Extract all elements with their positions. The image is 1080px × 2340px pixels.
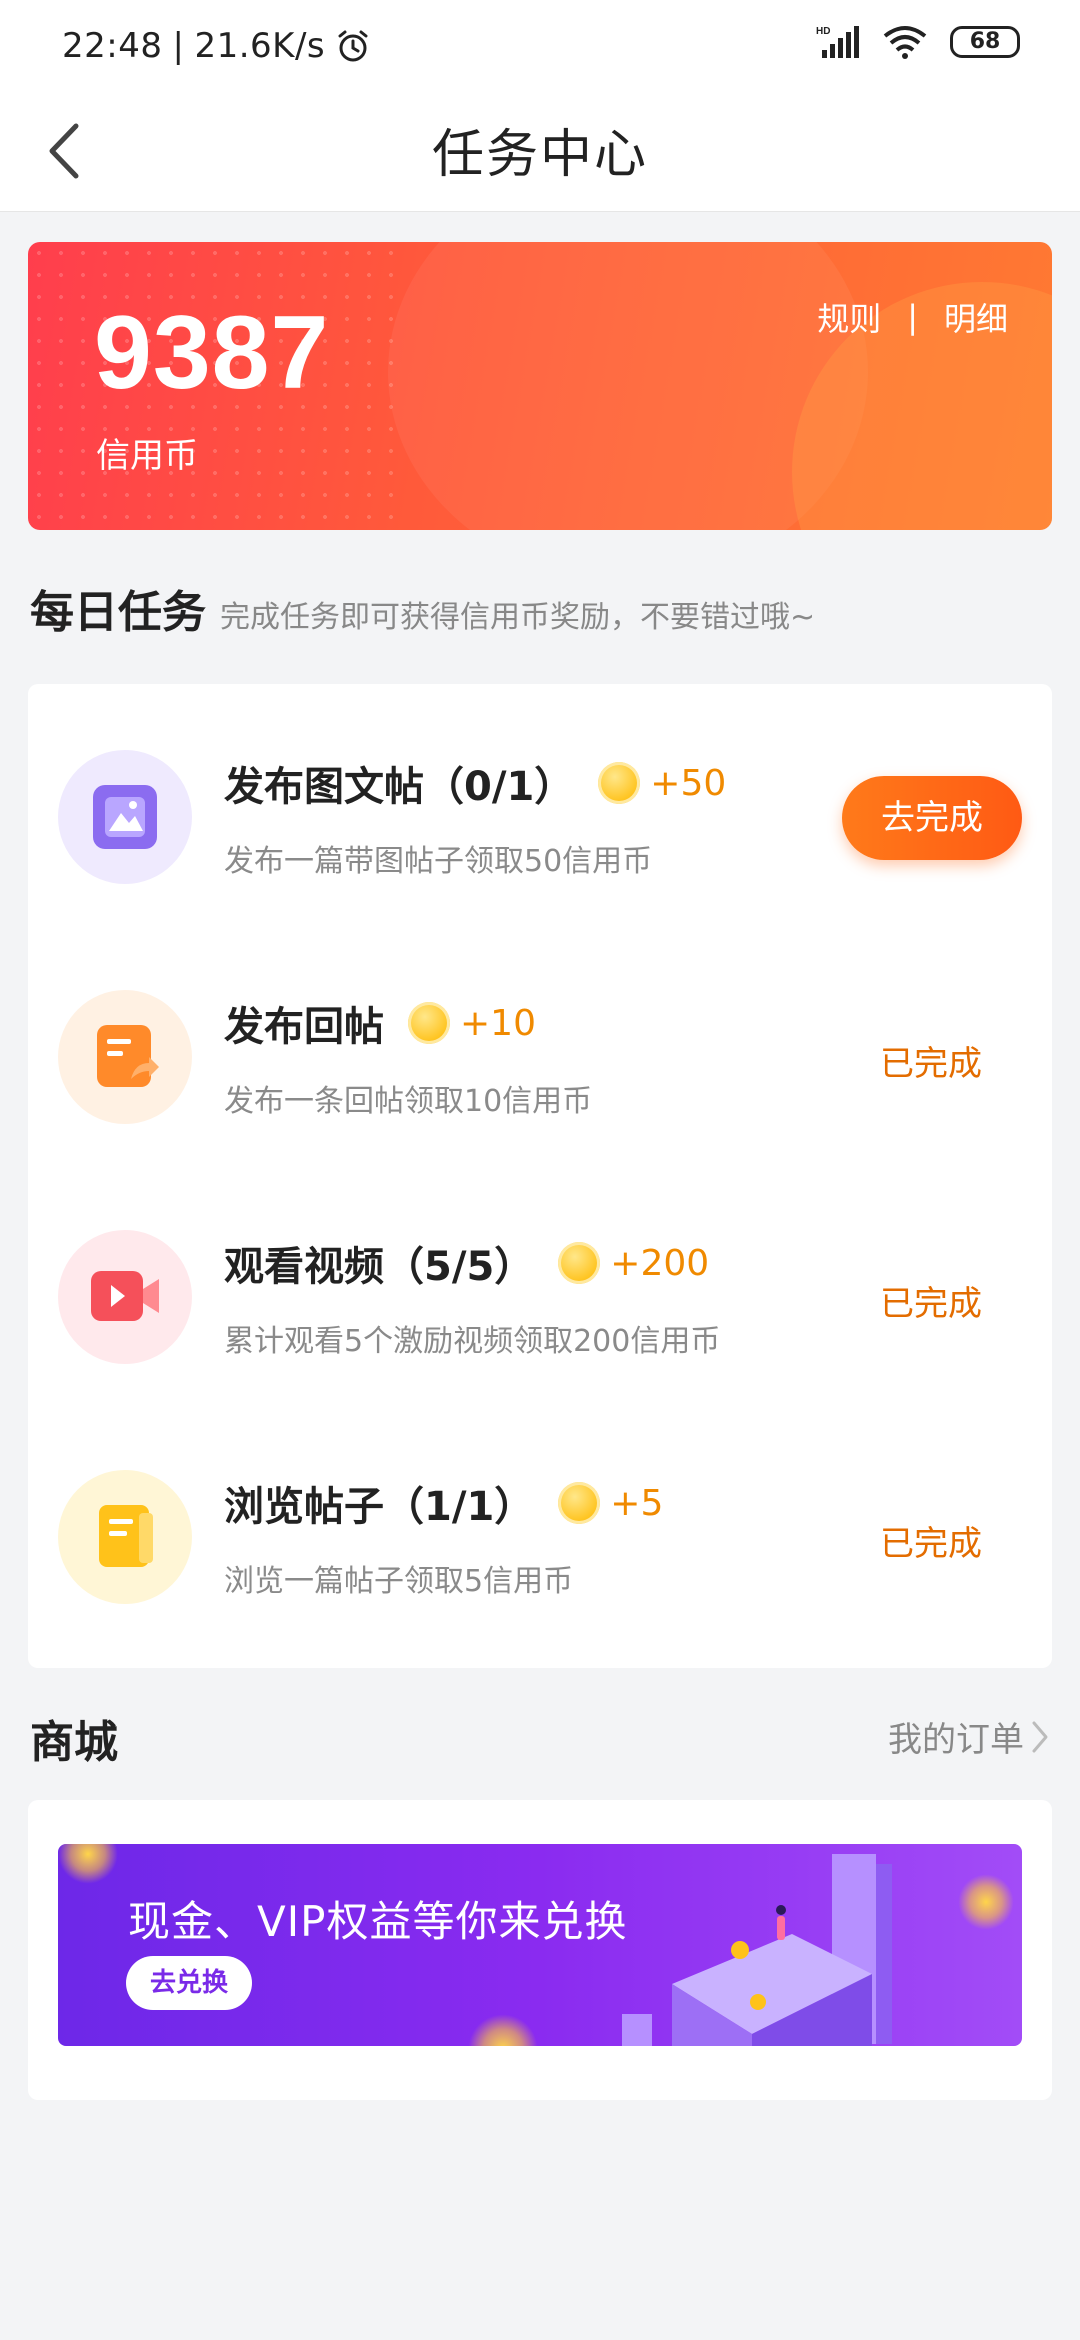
glow-decoration — [58, 1844, 118, 1884]
reply-post-icon — [58, 990, 192, 1124]
credit-unit: 信用币 — [96, 436, 198, 476]
mall-banner-text: 现金、VIP权益等你来兑换 — [128, 1897, 628, 1946]
status-right: HD 68 — [816, 24, 1020, 60]
task-title-row: 浏览帖子（1/1） +5 — [224, 1474, 663, 1532]
image-post-icon — [58, 750, 192, 884]
mall-banner[interactable]: 现金、VIP权益等你来兑换 去兑换 — [58, 1844, 1022, 2046]
status-bar: 22:48 | 21.6K/s HD 68 — [0, 0, 1080, 92]
app-header: 任务中心 — [0, 92, 1080, 212]
task-reward: +50 — [650, 762, 727, 804]
rules-link[interactable]: 规则 — [817, 294, 881, 340]
task-title: 发布回帖 — [224, 1004, 384, 1050]
tasks-card: 发布图文帖（0/1） +50 发布一篇带图帖子领取50信用币 去完成 发布回帖 … — [28, 684, 1052, 1668]
status-divider: | — [172, 26, 185, 66]
task-completed-label: 已完成 — [880, 1044, 982, 1084]
task-title: 观看视频（5/5） — [224, 1244, 535, 1290]
link-separator: | — [907, 298, 918, 336]
credit-banner: 9387 信用币 规则 | 明细 — [28, 242, 1052, 530]
task-completed-label: 已完成 — [880, 1524, 982, 1564]
image-post-icon-glyph — [93, 785, 157, 849]
network-speed: 21.6K/s — [194, 26, 326, 66]
coin-icon — [598, 762, 641, 804]
redeem-button[interactable]: 去兑换 — [126, 1956, 252, 2010]
task-description: 浏览一篇帖子领取5信用币 — [224, 1564, 574, 1599]
credit-amount: 9387 — [94, 295, 330, 411]
task-title: 浏览帖子（1/1） — [224, 1484, 535, 1530]
my-orders-label: 我的订单 — [888, 1720, 1024, 1760]
battery-indicator: 68 — [950, 26, 1020, 58]
status-left: 22:48 | 21.6K/s — [62, 26, 371, 66]
status-time: 22:48 — [62, 26, 163, 66]
coin-icon — [558, 1482, 601, 1524]
alarm-icon — [338, 30, 368, 62]
glow-decoration — [958, 1874, 1014, 1930]
task-title-row: 发布回帖 +10 — [224, 994, 536, 1052]
video-icon-glyph — [91, 1271, 159, 1321]
coin-icon — [408, 1002, 450, 1044]
daily-tasks-subtitle: 完成任务即可获得信用币奖励，不要错过哦~ — [220, 600, 816, 635]
task-item: 浏览帖子（1/1） +5 浏览一篇帖子领取5信用币 已完成 — [28, 1404, 1052, 1644]
details-link[interactable]: 明细 — [944, 294, 1008, 340]
chevron-right-icon — [1032, 1721, 1048, 1752]
wifi-icon — [883, 26, 927, 59]
reply-post-icon-glyph — [97, 1025, 159, 1087]
task-item: 观看视频（5/5） +200 累计观看5个激励视频领取200信用币 已完成 — [28, 1164, 1052, 1404]
task-description: 发布一篇带图帖子领取50信用币 — [224, 844, 653, 879]
browse-post-icon — [58, 1470, 192, 1604]
task-description: 累计观看5个激励视频领取200信用币 — [224, 1324, 721, 1359]
task-description: 发布一条回帖领取10信用币 — [224, 1084, 593, 1119]
mall-card: 现金、VIP权益等你来兑换 去兑换 — [28, 1800, 1052, 2100]
task-reward: +10 — [460, 1002, 536, 1044]
glow-decoration — [468, 2014, 538, 2046]
task-item: 发布图文帖（0/1） +50 发布一篇带图帖子领取50信用币 去完成 — [28, 684, 1052, 924]
task-reward: +200 — [610, 1242, 710, 1284]
daily-tasks-heading: 每日任务 完成任务即可获得信用币奖励，不要错过哦~ — [30, 576, 815, 640]
complete-task-button[interactable]: 去完成 — [842, 776, 1022, 860]
coin-icon — [558, 1242, 601, 1284]
task-title-row: 观看视频（5/5） +200 — [224, 1234, 709, 1292]
browse-post-icon-glyph — [99, 1505, 153, 1567]
daily-tasks-title: 每日任务 — [30, 587, 206, 638]
page-title: 任务中心 — [431, 125, 648, 185]
task-title: 发布图文帖（0/1） — [224, 764, 575, 810]
mall-title: 商城 — [30, 1717, 118, 1768]
svg-text:HD: HD — [816, 26, 830, 37]
banner-links: 规则 | 明细 — [817, 294, 1008, 340]
task-completed-label: 已完成 — [880, 1284, 982, 1324]
task-reward: +5 — [610, 1482, 664, 1524]
video-icon — [58, 1230, 192, 1364]
my-orders-link[interactable]: 我的订单 — [888, 1712, 1054, 1761]
task-item: 发布回帖 +10 发布一条回帖领取10信用币 已完成 — [28, 924, 1052, 1164]
task-title-row: 发布图文帖（0/1） +50 — [224, 754, 726, 812]
building-illustration — [622, 1854, 892, 2046]
signal-icon: HD — [816, 26, 859, 58]
